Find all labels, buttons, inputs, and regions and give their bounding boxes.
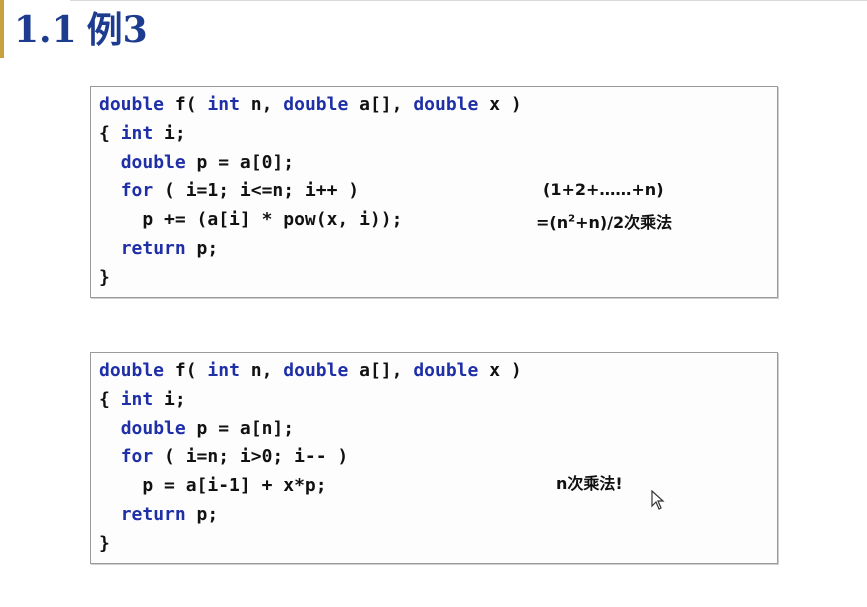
code-keyword: double xyxy=(99,94,165,115)
code-text: x ) xyxy=(478,360,522,381)
code-text: f( xyxy=(164,94,208,115)
code-line: for ( i=n; i>0; i-- ) xyxy=(99,443,522,472)
code-text: p = a[i-1] + x*p; xyxy=(142,475,327,497)
code-text: p; xyxy=(185,503,219,525)
code-line: p = a[i-1] + x*p; xyxy=(99,472,522,501)
code-keyword: double xyxy=(413,94,479,115)
code-text: p = a[n]; xyxy=(185,417,295,439)
code-text: ( i=1; i<=n; i++ ) xyxy=(153,180,360,202)
code-text: n, xyxy=(239,94,284,115)
code-block-2: double f( int n, double a[], double x ){… xyxy=(90,352,778,564)
slide-title-text: 例3 xyxy=(86,9,148,51)
code-keyword: for xyxy=(120,180,154,202)
code-line: } xyxy=(99,530,522,559)
code-keyword: double xyxy=(413,360,479,381)
code-keyword: return xyxy=(120,237,186,259)
code-text: } xyxy=(99,266,110,288)
code-line: return p; xyxy=(99,501,522,530)
code-line: double p = a[0]; xyxy=(99,149,522,178)
code-text: n, xyxy=(239,360,284,381)
code-text: } xyxy=(99,532,110,554)
code-keyword: int xyxy=(207,360,240,381)
annotation-2: n次乘法! xyxy=(556,474,623,493)
code-keyword: int xyxy=(207,94,240,115)
code-line: double f( int n, double a[], double x ) xyxy=(99,91,522,120)
code-text: i; xyxy=(153,388,186,410)
annotation-1-line2: =(n2+n)/2次乘法 xyxy=(536,209,672,233)
code-listing-2: double f( int n, double a[], double x ){… xyxy=(99,357,522,559)
code-keyword: double xyxy=(120,151,186,173)
code-line: { int i; xyxy=(99,120,522,149)
code-keyword: double xyxy=(99,360,165,381)
code-text: a[], xyxy=(348,94,414,115)
code-keyword: double xyxy=(283,360,349,381)
code-keyword: for xyxy=(120,446,154,468)
code-keyword: double xyxy=(283,94,349,115)
code-keyword: return xyxy=(120,503,186,525)
code-text: p; xyxy=(185,237,219,259)
code-line: double p = a[n]; xyxy=(99,415,522,444)
code-line: p += (a[i] * pow(x, i)); xyxy=(99,206,522,235)
code-line: } xyxy=(99,264,522,293)
mouse-pointer-icon xyxy=(651,490,665,510)
code-block-1: double f( int n, double a[], double x ){… xyxy=(90,86,778,298)
slide-top-divider xyxy=(70,0,867,1)
code-line: double f( int n, double a[], double x ) xyxy=(99,357,522,386)
code-listing-1: double f( int n, double a[], double x ){… xyxy=(99,91,522,293)
code-line: { int i; xyxy=(99,386,522,415)
code-text: f( xyxy=(164,360,208,381)
code-text: p += (a[i] * pow(x, i)); xyxy=(142,209,403,231)
code-text: a[], xyxy=(348,360,414,381)
code-text: x ) xyxy=(478,94,522,115)
code-keyword: int xyxy=(120,122,154,144)
code-text: { xyxy=(99,122,121,144)
code-text: p = a[0]; xyxy=(185,151,295,173)
code-line: for ( i=1; i<=n; i++ ) xyxy=(99,177,522,206)
annotation-1-line1: (1+2+……+n) xyxy=(543,180,664,199)
code-keyword: double xyxy=(120,417,186,439)
annotation-1-line2-post: +n)/2次乘法 xyxy=(575,213,673,232)
slide-accent-bar xyxy=(0,0,4,58)
code-text: { xyxy=(99,388,121,410)
annotation-1-line2-pre: =(n xyxy=(536,213,569,232)
slide-title-number: 1.1 xyxy=(14,9,77,51)
code-text: ( i=n; i>0; i-- ) xyxy=(153,446,349,468)
slide-title: 1.1 例3 xyxy=(14,8,148,52)
code-keyword: int xyxy=(120,388,154,410)
code-text: i; xyxy=(153,122,186,144)
code-line: return p; xyxy=(99,235,522,264)
